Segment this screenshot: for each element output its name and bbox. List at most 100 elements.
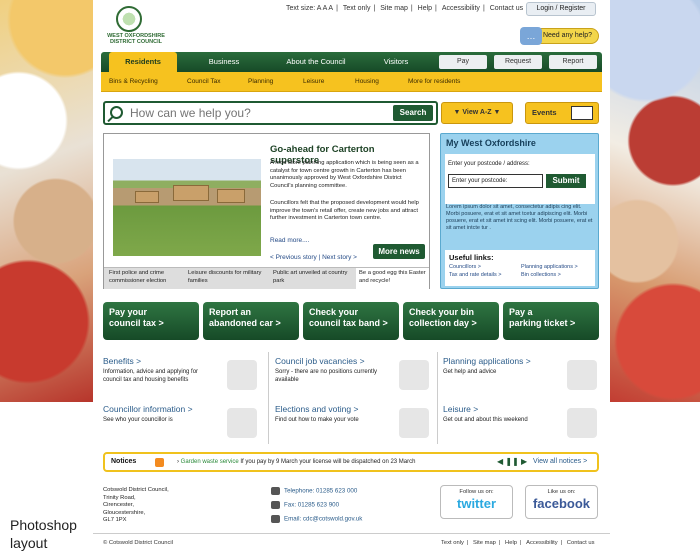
footer-help-link[interactable]: Help [505, 540, 517, 546]
next-story-link[interactable]: Next story > [322, 254, 357, 261]
check-bin-collection-button[interactable]: Check your bin collection day > [403, 302, 499, 340]
view-all-notices-link[interactable]: View all notices > [533, 458, 587, 465]
tab-residents[interactable]: Residents [109, 52, 177, 72]
email-contact[interactable]: Email: cdc@cotswold.gov.uk [271, 515, 362, 523]
tab-visitors[interactable]: Visitors [363, 52, 429, 72]
search-input[interactable] [130, 105, 350, 121]
report-abandoned-car-button[interactable]: Report an abandoned car > [203, 302, 299, 340]
caption: Photoshop layout [10, 517, 77, 551]
postcode-input[interactable]: Enter your postcode: [448, 174, 543, 188]
text-only-link[interactable]: Text only [343, 5, 371, 12]
footer-site-map-link[interactable]: Site map [473, 540, 496, 546]
page: WEST OXFORDSHIRE DISTRICT COUNCIL Text s… [93, 0, 610, 560]
tax-rate-details-link[interactable]: Tax and rate details > [449, 272, 501, 278]
cta-line1: Pay your [109, 307, 148, 317]
notices-title: Notices [111, 458, 137, 465]
cta-line2: parking ticket > [509, 318, 576, 328]
fax-text: Fax: 01285 623 900 [284, 501, 340, 509]
tab-about-the-council[interactable]: About the Council [271, 52, 361, 72]
mail-icon [271, 515, 280, 523]
telephone-contact: Telephone: 01285 623 000 [271, 487, 357, 495]
subnav-housing[interactable]: Housing [355, 72, 379, 92]
pay-council-tax-button[interactable]: Pay your council tax > [103, 302, 199, 340]
address-line: Trinity Road, [103, 494, 136, 501]
postcode-submit-button[interactable]: Submit [546, 174, 586, 188]
help-link[interactable]: Help [418, 5, 432, 12]
subnav-planning[interactable]: Planning [248, 72, 273, 92]
strip-item-4[interactable]: Be a good egg this Easter and recycle! [356, 268, 429, 290]
strip-item-2[interactable]: Leisure discounts for military families [188, 270, 266, 285]
strip-item-3[interactable]: Public art unveiled at country park [273, 270, 351, 285]
chevron-right-icon[interactable]: ▶ [521, 457, 527, 466]
planning-applications-section[interactable]: Planning applications > Get help and adv… [443, 356, 601, 404]
check-council-tax-band-button[interactable]: Check your council tax band > [303, 302, 399, 340]
planning-applications-link[interactable]: Planning applications > [521, 264, 578, 270]
more-news-button[interactable]: More news [373, 244, 425, 259]
job-vacancies-section[interactable]: Council job vacancies > Sorry - there ar… [275, 356, 433, 404]
pause-icon[interactable]: ❚❚ [505, 457, 518, 466]
events-button[interactable]: Events [525, 102, 599, 124]
subnav-leisure[interactable]: Leisure [303, 72, 324, 92]
logo-text-line2: DISTRICT COUNCIL [110, 39, 162, 45]
house-shape [173, 185, 209, 201]
facebook-button[interactable]: Like us on: facebook [525, 485, 598, 519]
view-a-z-label: View A-Z [462, 109, 492, 116]
logo-emblem-icon [116, 6, 142, 32]
footer-text-only-link[interactable]: Text only [441, 540, 464, 546]
twitter-logo: twitter [457, 496, 496, 511]
document-icon [399, 360, 429, 390]
footer-contact-us-link[interactable]: Contact us [567, 540, 595, 546]
my-wo-title: My West Oxfordshire [446, 138, 536, 148]
chevron-left-icon[interactable]: ◀ [497, 457, 503, 466]
contact-us-link[interactable]: Contact us [490, 5, 523, 12]
councillor-information-section[interactable]: Councillor information > See who your co… [103, 404, 261, 452]
news-photo [113, 159, 261, 256]
previous-story-link[interactable]: < Previous story [270, 254, 317, 261]
notice-pager: ◀ ❚❚ ▶ [497, 457, 527, 466]
fax-contact: Fax: 01285 623 900 [271, 501, 339, 509]
request-button[interactable]: Request [494, 55, 542, 69]
fax-icon [271, 501, 280, 509]
login-register-button[interactable]: Login / Register [526, 2, 596, 16]
email-text[interactable]: Email: cdc@cotswold.gov.uk [284, 516, 362, 523]
pay-button[interactable]: Pay [439, 55, 487, 69]
cta-line1: Check your [309, 307, 359, 317]
councillors-link[interactable]: Councillors > [449, 264, 481, 270]
column-divider [437, 352, 438, 444]
tab-business[interactable]: Business [189, 52, 259, 72]
site-map-link[interactable]: Site map [380, 5, 408, 12]
read-more-link[interactable]: Read more.... [270, 237, 309, 244]
twitter-button[interactable]: Follow us on: twitter [440, 485, 513, 519]
news-paragraph-2: Councillors felt that the proposed devel… [270, 200, 419, 221]
benefits-section[interactable]: Benefits > Information, advice and apply… [103, 356, 261, 404]
search-button[interactable]: Search [393, 105, 433, 121]
report-button[interactable]: Report [549, 55, 597, 69]
news-panel: Go-ahead for Carterton superstore A food… [103, 133, 430, 290]
house-shape [135, 191, 159, 203]
events-label: Events [532, 108, 557, 117]
cta-line1: Pay a [509, 307, 533, 317]
calendar-icon [571, 106, 593, 120]
bin-collections-link[interactable]: Bin collections > [521, 272, 561, 278]
accessibility-link[interactable]: Accessibility [442, 5, 480, 12]
elections-voting-section[interactable]: Elections and voting > Find out how to m… [275, 404, 433, 452]
rss-icon[interactable] [155, 458, 164, 467]
garden-waste-link[interactable]: Garden waste service [181, 459, 239, 465]
need-help-button[interactable]: … Need any help? [520, 27, 599, 45]
address-line: Gloucestershire, [103, 509, 146, 516]
subnav-council-tax[interactable]: Council Tax [187, 72, 220, 92]
copyright: © Cotswold District Council [103, 540, 173, 546]
cta-line2: council tax band > [309, 318, 388, 328]
footer-accessibility-link[interactable]: Accessibility [526, 540, 558, 546]
subnav-bins-recycling[interactable]: Bins & Recycling [109, 72, 158, 92]
subnav-more-for-residents[interactable]: More for residents [408, 72, 460, 92]
house-shape [217, 189, 245, 203]
section-description: See who your councillor is [103, 417, 173, 423]
leisure-section[interactable]: Leisure > Get out and about this weekend [443, 404, 601, 452]
pay-parking-ticket-button[interactable]: Pay a parking ticket > [503, 302, 599, 340]
houses-icon [567, 360, 597, 390]
view-a-z-button[interactable]: ▼ View A-Z ▼ [441, 102, 513, 124]
strip-item-1[interactable]: First police and crime commissioner elec… [109, 270, 181, 285]
text-size-link[interactable]: Text size: A A A [286, 5, 333, 12]
council-logo[interactable]: WEST OXFORDSHIRE DISTRICT COUNCIL [101, 4, 165, 46]
